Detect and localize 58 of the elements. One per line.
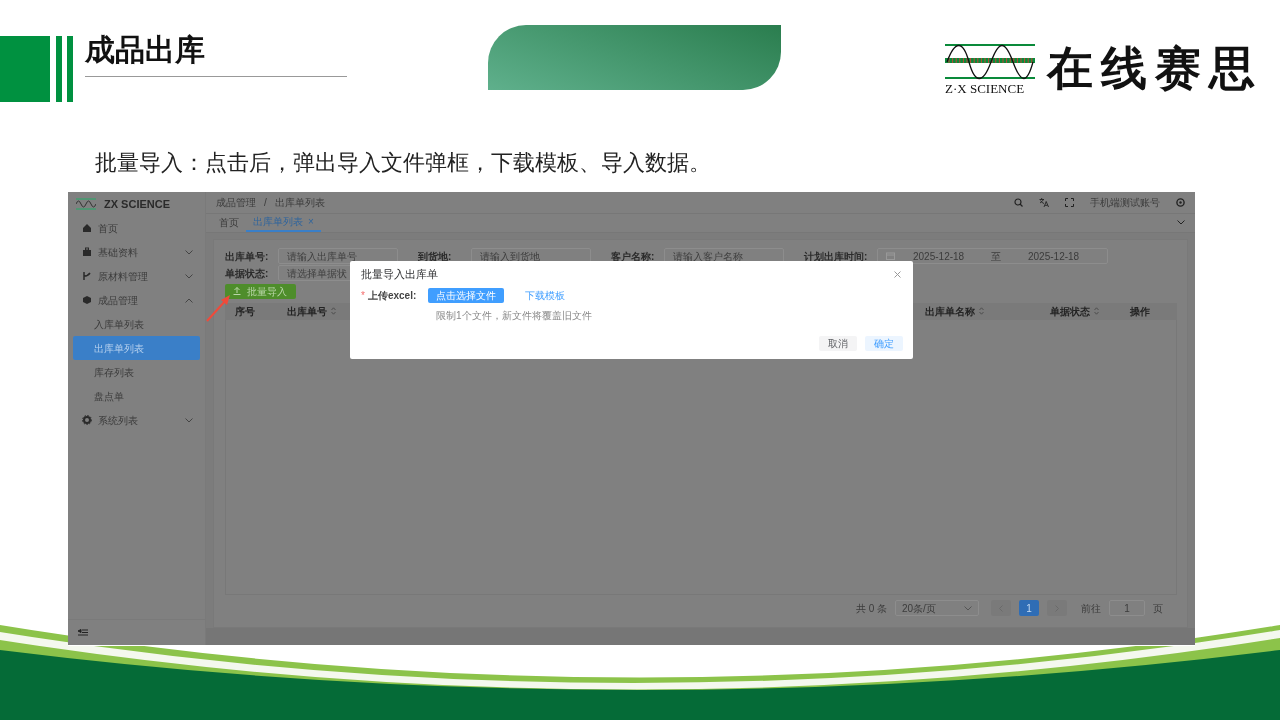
- caret-icon: [964, 605, 972, 611]
- sidebar-item[interactable]: 首页: [68, 216, 205, 240]
- tab[interactable]: 出库单列表 ×: [246, 213, 321, 232]
- close-icon[interactable]: [894, 270, 901, 278]
- briefcase-icon: [82, 247, 92, 257]
- column-header: 序号: [234, 304, 256, 319]
- column-header[interactable]: 出库单号: [277, 302, 397, 320]
- page-size-select[interactable]: 20条/页: [895, 600, 979, 617]
- tab-close[interactable]: ×: [308, 214, 314, 230]
- download-template-link[interactable]: 下载模板: [524, 288, 565, 303]
- collapse-menu-icon[interactable]: [78, 628, 88, 637]
- breadcrumb-separator: /: [264, 195, 267, 210]
- settings-icon[interactable]: [1176, 197, 1185, 207]
- page-number[interactable]: 1: [1019, 600, 1039, 617]
- slide-caption: 批量导入：点击后，弹出导入文件弹框，下载模板、导入数据。: [95, 149, 712, 177]
- slide-title: 成品出库: [85, 33, 205, 66]
- app-brand: ZX SCIENCE: [104, 196, 170, 212]
- total-count: 共 0 条: [855, 601, 887, 616]
- cancel-button[interactable]: 取消: [819, 336, 857, 351]
- gear-icon: [82, 415, 92, 425]
- field-label: 单据状态:: [225, 266, 270, 281]
- menu-label: 系统列表: [98, 413, 139, 428]
- column-header[interactable]: 出库单名称: [915, 302, 1040, 320]
- fullscreen-icon[interactable]: [1065, 197, 1074, 207]
- cube-icon: [82, 295, 92, 305]
- search-icon[interactable]: [1014, 197, 1023, 207]
- chevron-down-icon[interactable]: [1177, 220, 1185, 226]
- field-label: 计划出库时间:: [804, 249, 869, 264]
- import-button[interactable]: 批量导入: [225, 283, 296, 299]
- home-icon: [82, 223, 92, 233]
- date-value: 2025-12-18: [1028, 249, 1080, 264]
- goto-label: 前往: [1081, 601, 1101, 616]
- field-label: 客户名称:: [611, 249, 656, 264]
- calendar-icon: [886, 252, 895, 261]
- upload-icon: [233, 287, 241, 296]
- choose-file-button[interactable]: 点击选择文件: [427, 288, 504, 303]
- field-label: 上传excel:: [367, 289, 418, 303]
- branch-icon: [82, 271, 92, 281]
- date-value: 2025-12-18: [913, 249, 966, 264]
- column-header[interactable]: 单据状态: [1040, 302, 1120, 320]
- page-input[interactable]: 1: [1109, 600, 1145, 617]
- sidebar-item[interactable]: 系统列表: [68, 408, 205, 432]
- goto-suffix: 页: [1153, 601, 1163, 616]
- required-mark: *: [361, 289, 365, 303]
- submenu-item[interactable]: 出库单列表: [73, 336, 200, 360]
- upload-hint: 限制1个文件，新文件将覆盖旧文件: [436, 309, 593, 323]
- date-range-field[interactable]: 2025-12-18 至 2025-12-18: [877, 248, 1108, 265]
- confirm-button[interactable]: 确定: [865, 336, 903, 351]
- menu-label: 首页: [98, 221, 119, 236]
- logo-wave-icon: [945, 42, 1035, 82]
- range-separator: 至: [991, 249, 1002, 264]
- tab[interactable]: 首页: [212, 213, 246, 232]
- column-header: 操作: [1129, 304, 1151, 319]
- translate-icon[interactable]: [1039, 197, 1049, 207]
- logo-wave-icon: [76, 198, 96, 210]
- logo-name: 在线赛思: [1047, 42, 1263, 94]
- logo-tagline: Z·X SCIENCE: [945, 82, 1026, 96]
- field-label: 出库单号:: [225, 249, 270, 264]
